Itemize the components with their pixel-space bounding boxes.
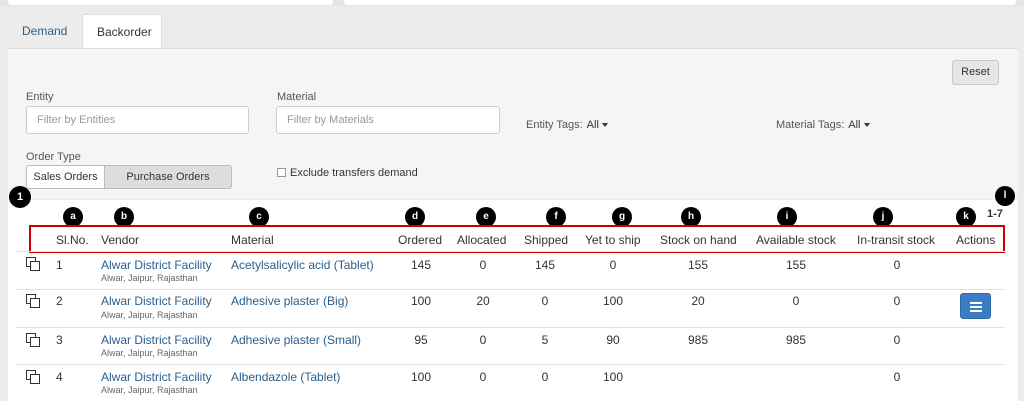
available-stock-value: 985 (785, 333, 807, 347)
callout-k: k (956, 207, 976, 227)
col-ordered: Ordered (398, 233, 443, 247)
material-link[interactable]: Adhesive plaster (Small) (231, 333, 361, 347)
col-available-stock: Available stock (756, 233, 836, 247)
callout-f: f (546, 207, 566, 227)
copy-icon[interactable] (26, 257, 40, 271)
in-transit-value: 0 (893, 333, 901, 347)
material-tags-value[interactable]: All (848, 119, 860, 131)
tab-demand[interactable]: Demand (8, 14, 82, 49)
vendor-location: Alwar, Jaipur, Rajasthan (101, 385, 198, 395)
allocated-value: 0 (479, 333, 487, 347)
row-slno: 1 (56, 258, 63, 272)
callout-j: j (873, 207, 893, 227)
ordered-value: 100 (410, 294, 432, 308)
callout-d: d (405, 207, 425, 227)
callout-c: c (249, 207, 269, 227)
actions-menu-button[interactable] (960, 293, 991, 319)
entity-filter-input[interactable]: Filter by Entities (26, 106, 249, 134)
vendor-link[interactable]: Alwar District Facility (101, 258, 212, 272)
stock-on-hand-value: 155 (687, 258, 709, 272)
ordered-value: 100 (410, 370, 432, 384)
callout-h: h (681, 207, 701, 227)
callout-i: i (777, 207, 797, 227)
col-shipped: Shipped (524, 233, 569, 247)
col-yet-to-ship: Yet to ship (585, 233, 641, 247)
vendor-location: Alwar, Jaipur, Rajasthan (101, 348, 198, 358)
row-slno: 4 (56, 370, 63, 384)
callout-a: a (63, 207, 83, 227)
copy-icon[interactable] (26, 333, 40, 347)
vendor-link[interactable]: Alwar District Facility (101, 333, 212, 347)
yet-to-ship-value: 90 (606, 333, 620, 347)
shipped-value: 5 (541, 333, 549, 347)
stock-on-hand-value: 20 (691, 294, 705, 308)
allocated-value: 20 (476, 294, 490, 308)
allocated-value: 0 (479, 370, 487, 384)
sales-orders-button[interactable]: Sales Orders (26, 165, 105, 189)
callout-1: 1 (9, 186, 31, 208)
material-link[interactable]: Acetylsalicylic acid (Tablet) (231, 258, 374, 272)
ordered-value: 145 (410, 258, 432, 272)
order-type-label: Order Type (26, 151, 81, 163)
vendor-location: Alwar, Jaipur, Rajasthan (101, 273, 198, 283)
stock-on-hand-value: 985 (687, 333, 709, 347)
checkbox-icon[interactable] (277, 168, 286, 177)
shipped-value: 0 (541, 370, 549, 384)
top-bar (0, 0, 1024, 6)
vendor-location: Alwar, Jaipur, Rajasthan (101, 310, 198, 320)
exclude-transfers-label: Exclude transfers demand (290, 167, 418, 179)
tab-backorder[interactable]: Backorder (82, 14, 162, 49)
purchase-orders-button[interactable]: Purchase Orders (104, 165, 232, 189)
entity-tags-filter[interactable]: Entity Tags: All (526, 119, 608, 131)
material-link[interactable]: Albendazole (Tablet) (231, 370, 340, 384)
col-slno: Sl.No. (56, 233, 89, 247)
col-in-transit-stock: In-transit stock (857, 233, 936, 247)
shipped-value: 145 (534, 258, 556, 272)
material-filter-input[interactable]: Filter by Materials (276, 106, 500, 134)
reset-button[interactable]: Reset (952, 60, 999, 85)
col-actions: Actions (956, 233, 996, 247)
entity-tags-label: Entity Tags: (526, 119, 583, 131)
callout-g: g (612, 207, 632, 227)
yet-to-ship-value: 100 (602, 370, 624, 384)
allocated-value: 0 (479, 258, 487, 272)
callout-b: b (114, 207, 134, 227)
entity-tags-value[interactable]: All (587, 119, 599, 131)
copy-icon[interactable] (26, 370, 40, 384)
available-stock-value: 0 (792, 294, 800, 308)
yet-to-ship-value: 100 (602, 294, 624, 308)
vendor-link[interactable]: Alwar District Facility (101, 294, 212, 308)
col-material: Material (231, 233, 274, 247)
entity-label: Entity (26, 91, 54, 103)
material-tags-filter[interactable]: Material Tags: All (776, 119, 870, 131)
material-tags-label: Material Tags: (776, 119, 845, 131)
material-link[interactable]: Adhesive plaster (Big) (231, 294, 348, 308)
available-stock-value: 155 (785, 258, 807, 272)
exclude-transfers-checkbox[interactable]: Exclude transfers demand (277, 167, 418, 179)
copy-icon[interactable] (26, 294, 40, 308)
callout-l: l (995, 186, 1015, 206)
pagination-range: 1-7 (987, 208, 1003, 220)
in-transit-value: 0 (893, 370, 901, 384)
row-slno: 2 (56, 294, 63, 308)
vendor-link[interactable]: Alwar District Facility (101, 370, 212, 384)
col-vendor: Vendor (101, 233, 140, 247)
in-transit-value: 0 (893, 294, 901, 308)
caret-down-icon (863, 123, 870, 128)
material-label: Material (277, 91, 317, 103)
col-allocated: Allocated (457, 233, 507, 247)
shipped-value: 0 (541, 294, 549, 308)
row-slno: 3 (56, 333, 63, 347)
caret-down-icon (601, 123, 608, 128)
callout-e: e (476, 207, 496, 227)
ordered-value: 95 (414, 333, 428, 347)
yet-to-ship-value: 0 (609, 258, 617, 272)
col-stock-on-hand: Stock on hand (660, 233, 737, 247)
in-transit-value: 0 (893, 258, 901, 272)
